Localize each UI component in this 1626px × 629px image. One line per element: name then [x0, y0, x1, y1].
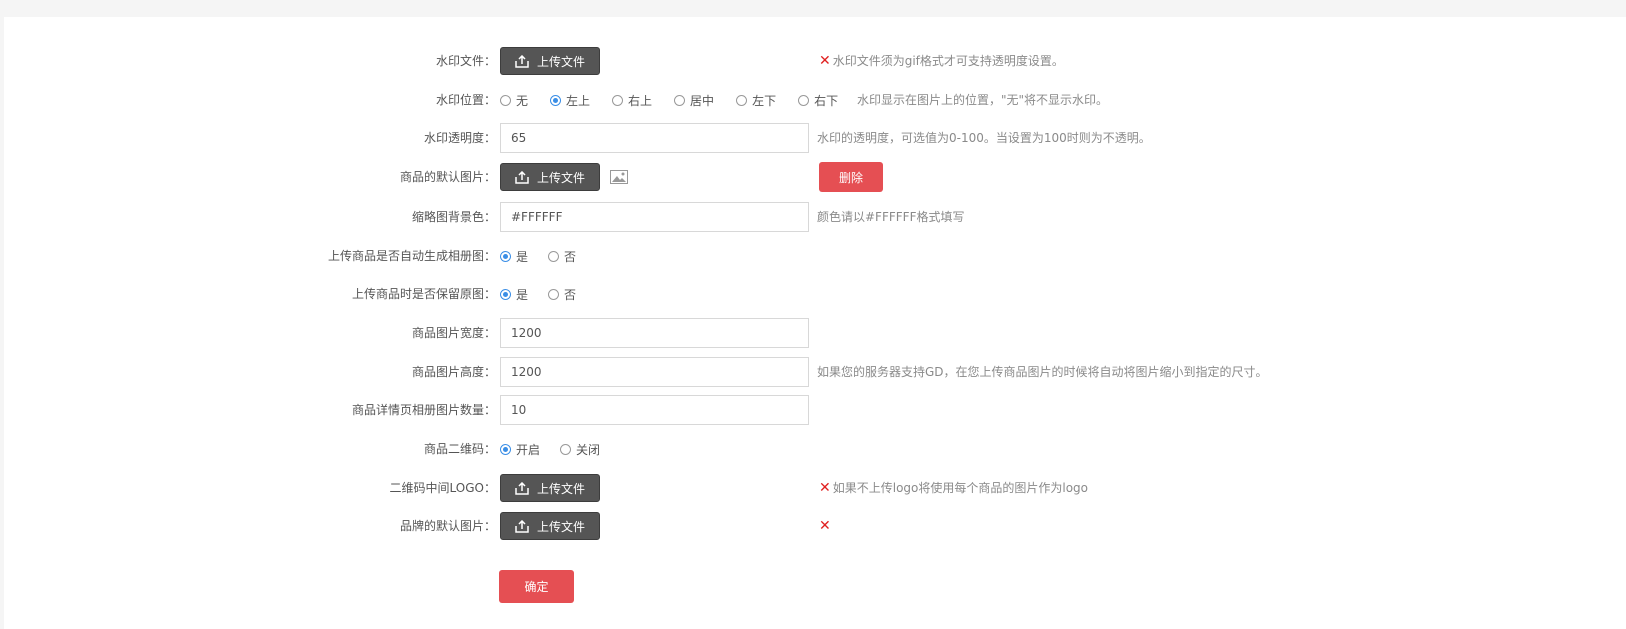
keep-original-radio-group: 是否: [500, 279, 596, 309]
upload-qrcode-logo-button[interactable]: 上传文件: [500, 474, 600, 502]
row-watermark-file: 水印文件： 上传文件 ✕ 水印文件须为gif格式才可支持透明度设置。: [4, 46, 1626, 76]
radio-icon[interactable]: [674, 94, 686, 106]
upload-icon: [515, 519, 529, 533]
field-label: 商品二维码：: [423, 442, 496, 456]
row-thumb-bg-color: 缩略图背景色： 颜色请以#FFFFFF格式填写: [4, 202, 1626, 232]
row-qrcode: 商品二维码： 开启 关闭: [4, 434, 1626, 464]
field-label: 品牌的默认图片：: [399, 519, 496, 533]
gallery-count-input[interactable]: [500, 395, 809, 425]
upload-watermark-button[interactable]: 上传文件: [500, 47, 600, 75]
watermark-position-hint: 水印显示在图片上的位置，"无"将不显示水印。: [857, 93, 1109, 107]
radio-icon[interactable]: [612, 94, 624, 106]
watermark-file-hint: ✕ 水印文件须为gif格式才可支持透明度设置。: [819, 53, 1064, 69]
field-label: 商品图片宽度：: [411, 326, 496, 340]
upload-button-label: 上传文件: [536, 170, 585, 185]
image-width-input[interactable]: [500, 318, 809, 348]
auto-gallery-option-0[interactable]: 是: [500, 248, 528, 265]
radio-label: 关闭: [576, 442, 601, 457]
radio-label: 否: [564, 287, 577, 302]
qrcode-option-1[interactable]: 关闭: [560, 441, 600, 458]
upload-button-label: 上传文件: [536, 481, 585, 496]
upload-icon: [515, 481, 529, 495]
row-auto-gallery: 上传商品是否自动生成相册图： 是否: [4, 241, 1626, 271]
row-gallery-count: 商品详情页相册图片数量：: [4, 395, 1626, 425]
radio-label: 右上: [628, 93, 653, 108]
upload-icon: [515, 54, 529, 68]
watermark-position-radio-group: 无 左上 右上 居中 左下 右下: [500, 85, 860, 115]
keep-original-option-0[interactable]: 是: [500, 286, 528, 303]
radio-icon[interactable]: [500, 288, 511, 300]
radio-label: 是: [516, 287, 529, 302]
radio-icon[interactable]: [500, 250, 511, 262]
brand-image-hint: ✕: [819, 511, 833, 541]
row-image-height: 商品图片高度： 如果您的服务器支持GD，在您上传商品图片的时候将自动将图片缩小到…: [4, 357, 1626, 387]
field-label: 水印文件：: [435, 54, 496, 68]
close-icon: ✕: [819, 480, 831, 496]
radio-label: 左下: [752, 93, 777, 108]
qrcode-logo-hint: ✕ 如果不上传logo将使用每个商品的图片作为logo: [819, 480, 1089, 496]
field-label: 商品详情页相册图片数量：: [351, 403, 496, 417]
radio-icon[interactable]: [548, 250, 560, 262]
row-watermark-position: 水印位置： 无 左上 右上 居中 左下 右下 水印显示在图片上的位置，"无"将不显示水印。: [4, 85, 1626, 115]
row-keep-original: 上传商品时是否保留原图： 是否: [4, 279, 1626, 309]
watermark-position-option-5[interactable]: 右下: [798, 92, 838, 109]
close-icon: ✕: [819, 53, 831, 69]
upload-button-label: 上传文件: [536, 54, 585, 69]
radio-icon[interactable]: [736, 94, 748, 106]
watermark-position-option-4[interactable]: 左下: [736, 92, 776, 109]
radio-label: 否: [564, 249, 577, 264]
submit-button[interactable]: 确定: [499, 570, 574, 603]
field-label: 水印透明度：: [423, 131, 496, 145]
settings-panel: 水印文件： 上传文件 ✕ 水印文件须为gif格式才可支持透明度设置。 水印位置： …: [4, 17, 1626, 629]
field-label: 商品图片高度：: [411, 365, 496, 379]
delete-image-button[interactable]: 删除: [819, 162, 883, 192]
row-default-goods-image: 商品的默认图片： 上传文件 删除: [4, 162, 1626, 192]
radio-icon[interactable]: [500, 443, 511, 455]
upload-default-image-button[interactable]: 上传文件: [500, 163, 600, 191]
image-icon[interactable]: [610, 170, 628, 184]
radio-icon[interactable]: [798, 94, 810, 106]
row-qrcode-logo: 二维码中间LOGO： 上传文件 ✕ 如果不上传logo将使用每个商品的图片作为lo…: [4, 473, 1626, 503]
qrcode-option-0[interactable]: 开启: [500, 441, 540, 458]
close-icon: ✕: [819, 518, 831, 534]
radio-label: 左上: [566, 93, 591, 108]
watermark-position-option-0[interactable]: 无: [500, 92, 528, 109]
field-label: 商品的默认图片：: [399, 170, 496, 184]
auto-gallery-option-1[interactable]: 否: [548, 248, 576, 265]
image-height-input[interactable]: [500, 357, 809, 387]
radio-icon[interactable]: [560, 443, 572, 455]
row-watermark-opacity: 水印透明度： 水印的透明度，可选值为0-100。当设置为100时则为不透明。: [4, 123, 1626, 153]
watermark-opacity-hint: 水印的透明度，可选值为0-100。当设置为100时则为不透明。: [817, 131, 1151, 145]
keep-original-option-1[interactable]: 否: [548, 286, 576, 303]
watermark-opacity-input[interactable]: [500, 123, 809, 153]
field-label: 上传商品是否自动生成相册图：: [327, 249, 496, 263]
thumb-bg-color-hint: 颜色请以#FFFFFF格式填写: [817, 210, 965, 224]
field-label: 水印位置：: [435, 93, 496, 107]
row-image-width: 商品图片宽度：: [4, 318, 1626, 348]
watermark-position-option-2[interactable]: 右上: [612, 92, 652, 109]
auto-gallery-radio-group: 是否: [500, 241, 596, 271]
radio-icon[interactable]: [500, 94, 511, 106]
field-label: 二维码中间LOGO：: [389, 481, 496, 495]
watermark-position-option-3[interactable]: 居中: [674, 92, 714, 109]
radio-icon[interactable]: [548, 288, 560, 300]
qrcode-radio-group: 开启 关闭: [500, 434, 620, 464]
thumb-bg-color-input[interactable]: [500, 202, 809, 232]
upload-brand-image-button[interactable]: 上传文件: [500, 512, 600, 540]
upload-button-label: 上传文件: [536, 519, 585, 534]
radio-label: 无: [516, 93, 529, 108]
radio-label: 右下: [814, 93, 839, 108]
radio-label: 居中: [690, 93, 715, 108]
radio-icon[interactable]: [550, 94, 562, 106]
radio-label: 开启: [516, 442, 541, 457]
radio-label: 是: [516, 249, 529, 264]
image-height-hint: 如果您的服务器支持GD，在您上传商品图片的时候将自动将图片缩小到指定的尺寸。: [817, 365, 1268, 379]
upload-icon: [515, 170, 529, 184]
field-label: 上传商品时是否保留原图：: [351, 287, 496, 301]
field-label: 缩略图背景色：: [411, 210, 496, 224]
watermark-position-option-1[interactable]: 左上: [550, 92, 590, 109]
row-brand-default-image: 品牌的默认图片： 上传文件 ✕: [4, 511, 1626, 541]
